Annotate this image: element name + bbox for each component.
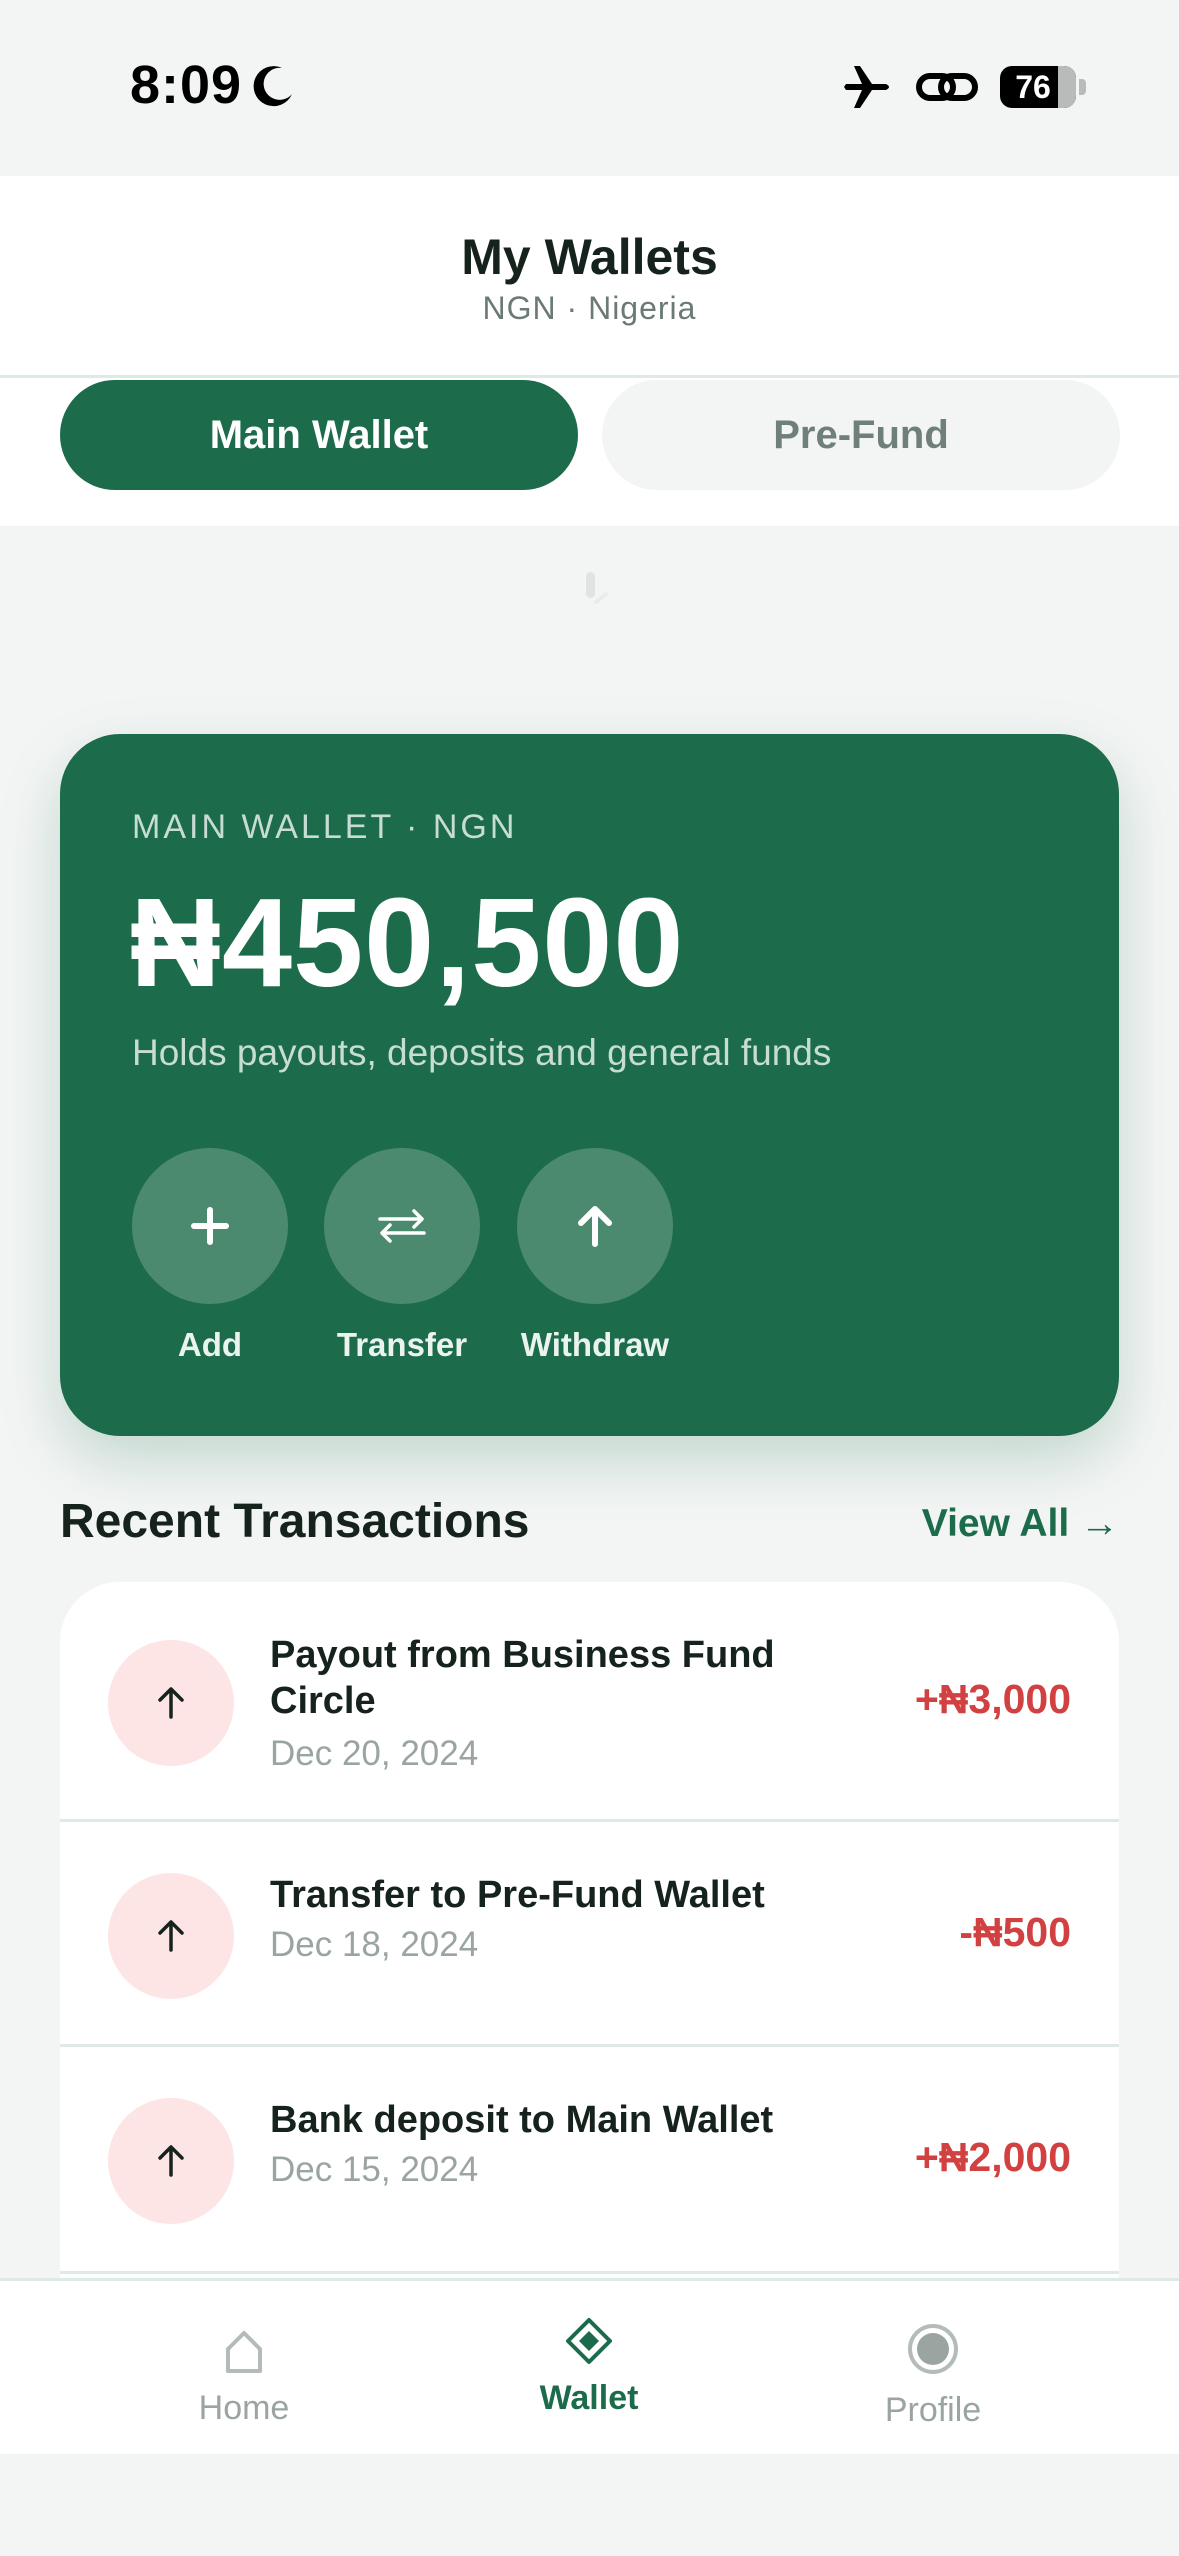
transaction-date: Dec 18, 2024: [270, 1925, 479, 1964]
transaction-amount: -₦500: [959, 1909, 1071, 1955]
add-button[interactable]: Add: [132, 1148, 288, 1368]
link-icon: [916, 73, 978, 101]
transaction-date: Dec 20, 2024: [270, 1734, 479, 1773]
airplane-icon: [844, 66, 889, 108]
page-subtitle: NGN · Nigeria: [482, 290, 697, 326]
arrow-up-icon: [158, 1687, 184, 1719]
moon-icon: [253, 66, 292, 107]
arrow-up-icon: [158, 2145, 184, 2177]
transaction-row[interactable]: Payout from Business Fund Circle Dec 20,…: [60, 1582, 1119, 1822]
nav-wallet[interactable]: Wallet: [469, 2281, 709, 2457]
arrow-up-icon: [158, 1920, 184, 1952]
loading-spinner-icon: [586, 572, 608, 604]
add-label: Add: [177, 1326, 243, 1363]
home-icon: [226, 2331, 262, 2373]
withdraw-button[interactable]: Withdraw: [517, 1148, 673, 1368]
transaction-date: Dec 15, 2024: [270, 2150, 479, 2189]
nav-profile-label: Profile: [884, 2391, 982, 2429]
recent-transactions-title: Recent Transactions: [60, 1495, 530, 1548]
transaction-list: Payout from Business Fund Circle Dec 20,…: [60, 1582, 1119, 2282]
transaction-title: Transfer to Pre-Fund Wallet: [270, 1874, 765, 1916]
transfer-arrows-icon: [378, 1209, 426, 1243]
arrow-up-icon: [578, 1206, 612, 1247]
transaction-icon-wrap: [108, 1640, 234, 1766]
page-title: My Wallets: [461, 229, 718, 285]
nav-home[interactable]: Home: [124, 2281, 364, 2457]
nav-home-label: Home: [198, 2389, 290, 2427]
battery-icon: 76: [1000, 66, 1086, 108]
wallet-balance: ₦450,500: [130, 872, 685, 1013]
nav-wallet-label: Wallet: [539, 2379, 639, 2417]
page-header: My Wallets NGN · Nigeria: [0, 176, 1179, 378]
main-wallet-card: MAIN WALLET · NGN ₦450,500 Holds payouts…: [60, 734, 1119, 1436]
profile-circle-icon: [908, 2324, 958, 2374]
status-time: 8:09: [130, 55, 243, 115]
status-bar: 8:09 76: [0, 0, 1179, 176]
transaction-title: Bank deposit to Main Wallet: [270, 2099, 774, 2141]
plus-icon: [191, 1207, 229, 1245]
home-indicator-area: [0, 2454, 1179, 2556]
transaction-row[interactable]: Bank deposit to Main Wallet Dec 15, 2024…: [60, 2050, 1119, 2274]
bottom-navigation: Home Wallet Profile: [0, 2278, 1179, 2454]
battery-level: 76: [1015, 69, 1051, 105]
transaction-title: Payout from Business Fund Circle: [270, 1634, 775, 1722]
transfer-button[interactable]: Transfer: [324, 1148, 480, 1368]
diamond-icon: [566, 2318, 612, 2364]
wallet-label: MAIN WALLET · NGN: [132, 808, 518, 846]
nav-profile[interactable]: Profile: [813, 2281, 1053, 2457]
transaction-row[interactable]: Transfer to Pre-Fund Wallet Dec 18, 2024…: [60, 1825, 1119, 2047]
wallet-tabs: Main Wallet Pre-Fund: [0, 378, 1179, 526]
wallet-description: Holds payouts, deposits and general fund…: [132, 1032, 832, 1073]
view-all-link[interactable]: View All →: [922, 1502, 1119, 1546]
transaction-icon-wrap: [108, 2098, 234, 2224]
transaction-amount: +₦2,000: [914, 2134, 1071, 2180]
transaction-icon-wrap: [108, 1873, 234, 1999]
tab-pre-fund[interactable]: Pre-Fund: [602, 380, 1120, 490]
tab-main-wallet[interactable]: Main Wallet: [60, 380, 578, 490]
transfer-label: Transfer: [336, 1326, 468, 1363]
withdraw-label: Withdraw: [520, 1326, 670, 1363]
transaction-amount: +₦3,000: [914, 1676, 1071, 1722]
